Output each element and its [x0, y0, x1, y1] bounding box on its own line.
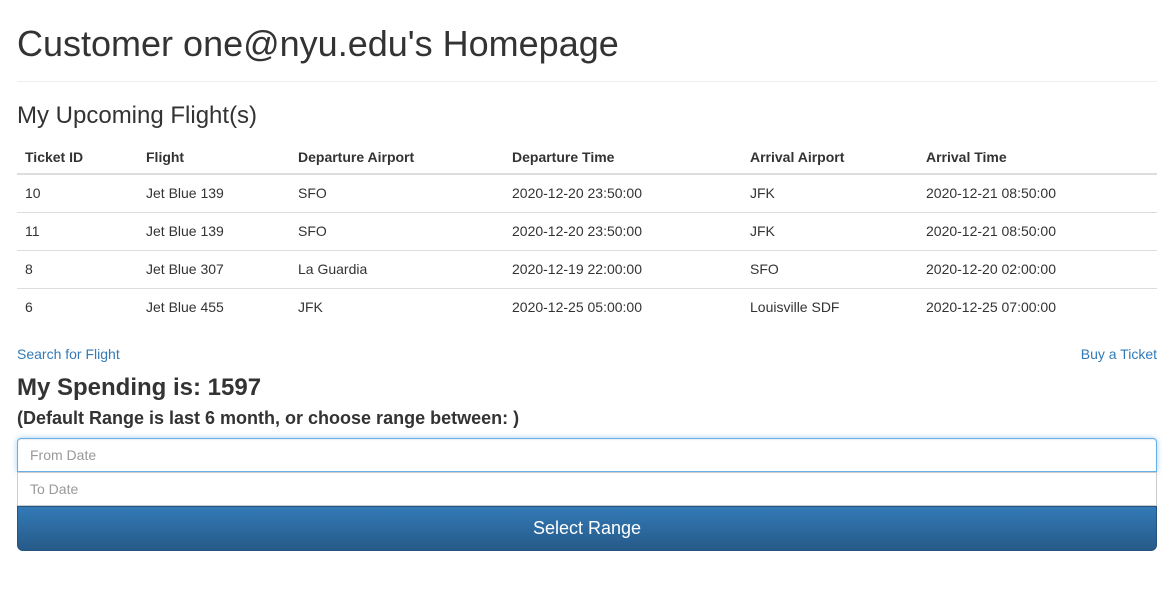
select-range-button[interactable]: Select Range	[17, 506, 1157, 551]
column-header-departure-time: Departure Time	[504, 137, 742, 175]
cell-departure-airport: La Guardia	[290, 249, 504, 288]
column-header-ticket-id: Ticket ID	[17, 137, 138, 175]
column-header-arrival-time: Arrival Time	[918, 137, 1157, 175]
cell-flight: Jet Blue 455	[138, 287, 290, 326]
cell-arrival-time: 2020-12-21 08:50:00	[918, 211, 1157, 250]
cell-flight: Jet Blue 139	[138, 211, 290, 250]
cell-departure-airport: SFO	[290, 173, 504, 212]
cell-departure-airport: SFO	[290, 211, 504, 250]
table-row: 10 Jet Blue 139 SFO 2020-12-20 23:50:00 …	[17, 173, 1157, 212]
cell-arrival-airport: JFK	[742, 211, 918, 250]
cell-arrival-time: 2020-12-25 07:00:00	[918, 287, 1157, 326]
range-hint: (Default Range is last 6 month, or choos…	[17, 408, 520, 428]
action-links: Search for Flight Buy a Ticket	[17, 344, 1157, 364]
spending-range-form: Select Range	[17, 438, 1157, 551]
cell-departure-time: 2020-12-20 23:50:00	[504, 211, 742, 250]
table-header-row: Ticket ID Flight Departure Airport Depar…	[17, 137, 1157, 175]
from-date-input[interactable]	[17, 438, 1157, 472]
flights-table: Ticket ID Flight Departure Airport Depar…	[17, 137, 1157, 326]
cell-departure-time: 2020-12-20 23:50:00	[504, 173, 742, 212]
cell-ticket-id: 6	[17, 287, 138, 326]
column-header-arrival-airport: Arrival Airport	[742, 137, 918, 175]
cell-departure-time: 2020-12-25 05:00:00	[504, 287, 742, 326]
cell-departure-airport: JFK	[290, 287, 504, 326]
table-row: 11 Jet Blue 139 SFO 2020-12-20 23:50:00 …	[17, 211, 1157, 250]
table-row: 8 Jet Blue 307 La Guardia 2020-12-19 22:…	[17, 249, 1157, 288]
spending-total: My Spending is: 1597	[17, 374, 262, 401]
column-header-flight: Flight	[138, 137, 290, 175]
search-flight-link[interactable]: Search for Flight	[17, 346, 120, 362]
cell-ticket-id: 8	[17, 249, 138, 288]
cell-ticket-id: 11	[17, 211, 138, 250]
cell-departure-time: 2020-12-19 22:00:00	[504, 249, 742, 288]
page-title: Customer one@nyu.edu's Homepage	[17, 0, 1157, 82]
cell-ticket-id: 10	[17, 173, 138, 212]
cell-arrival-airport: Louisville SDF	[742, 287, 918, 326]
cell-flight: Jet Blue 307	[138, 249, 290, 288]
upcoming-flights-heading: My Upcoming Flight(s)	[17, 102, 258, 129]
cell-flight: Jet Blue 139	[138, 173, 290, 212]
cell-arrival-time: 2020-12-21 08:50:00	[918, 173, 1157, 212]
cell-arrival-airport: SFO	[742, 249, 918, 288]
to-date-input[interactable]	[17, 472, 1157, 506]
table-row: 6 Jet Blue 455 JFK 2020-12-25 05:00:00 L…	[17, 287, 1157, 326]
main-container: Customer one@nyu.edu's Homepage My Upcom…	[17, 0, 1157, 551]
column-header-departure-airport: Departure Airport	[290, 137, 504, 175]
cell-arrival-time: 2020-12-20 02:00:00	[918, 249, 1157, 288]
buy-ticket-link[interactable]: Buy a Ticket	[1081, 344, 1157, 364]
cell-arrival-airport: JFK	[742, 173, 918, 212]
